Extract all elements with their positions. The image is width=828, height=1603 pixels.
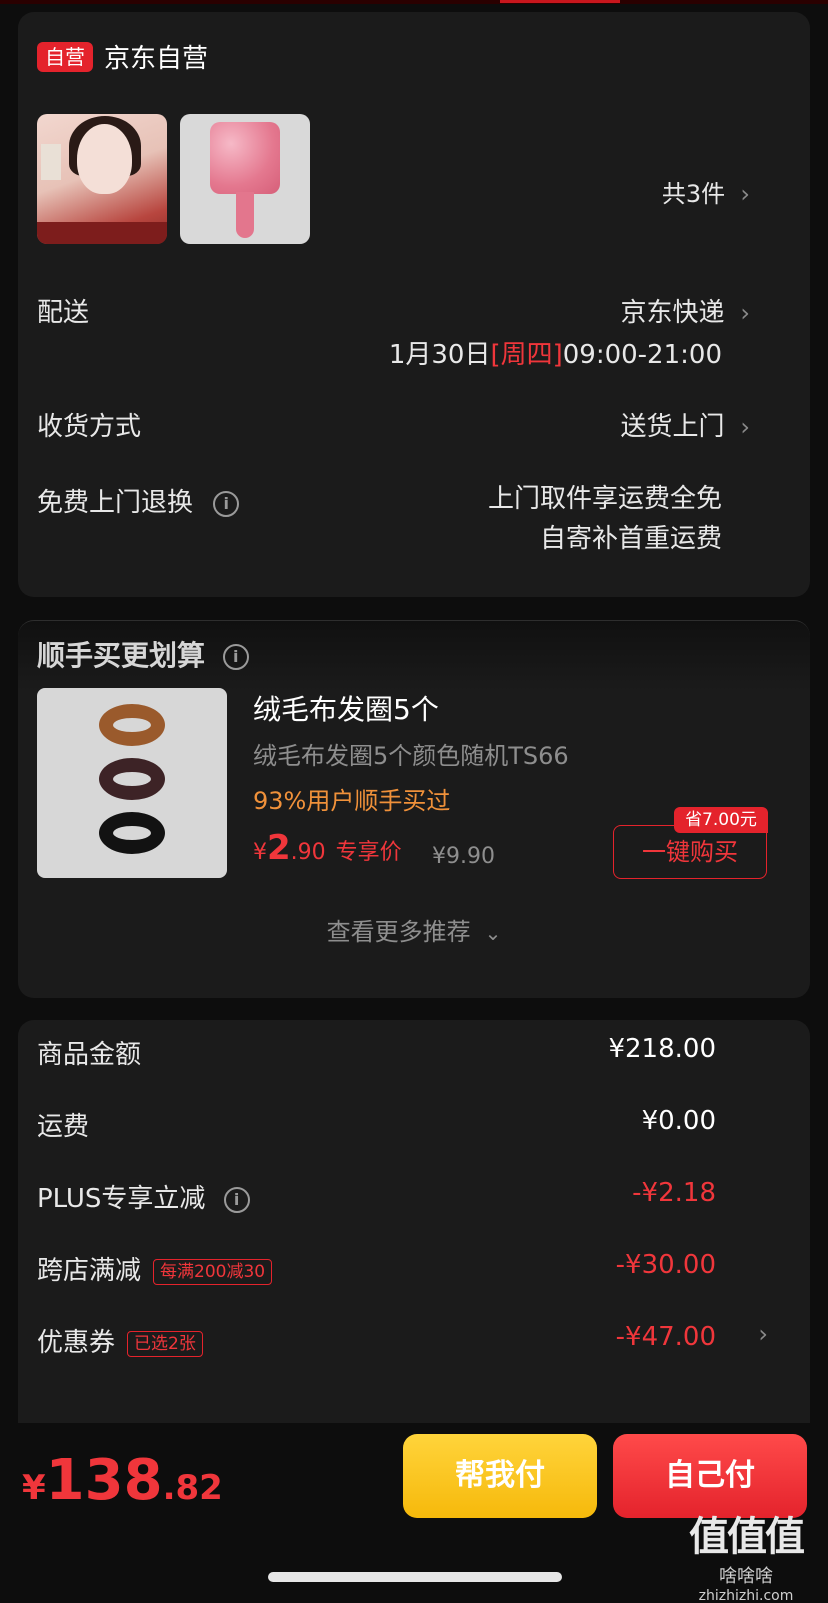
summary-plus-value: -¥2.18 [632,1178,716,1208]
receive-method-label: 收货方式 [37,412,142,442]
watermark-site: zhizhizhi.com [698,1588,794,1603]
summary-crossstore-row: 跨店满减 每满200减30 [37,1250,273,1287]
more-recommend-label: 查看更多推荐 [326,918,471,946]
self-operated-badge: 自营 [37,42,93,72]
delivery-label: 配送 [37,298,90,328]
watermark-name: 啥啥啥 [719,1566,773,1587]
recommend-product-image[interactable] [37,688,227,878]
delivery-date: 1月30日 [388,340,491,370]
product-thumbnail-mirror[interactable] [180,114,310,244]
summary-coupon-label: 优惠券 [37,1328,116,1358]
summary-coupon-row[interactable]: 优惠券 已选2张 [37,1322,203,1359]
coupon-selected-tag: 已选2张 [127,1330,203,1357]
crossstore-rule-tag: 每满200减30 [153,1258,273,1285]
currency-symbol: ¥ [253,840,267,865]
recommend-product-desc: 绒毛布发圈5个颜色随机TS66 [253,742,569,770]
summary-goods-label: 商品金额 [37,1040,142,1070]
chevron-right-icon: › [732,180,750,208]
info-icon[interactable]: i [213,490,240,517]
exclusive-price-label: 专享价 [335,840,402,865]
delivery-carrier-link[interactable]: 京东快递 › [620,292,750,329]
one-click-buy-button[interactable]: 一键购买 [613,825,767,879]
top-status-line [0,0,828,4]
summary-crossstore-value: -¥30.00 [615,1250,716,1280]
home-indicator[interactable] [268,1572,562,1582]
recommend-product-name[interactable]: 绒毛布发圈5个 [253,688,439,728]
chevron-right-icon: › [732,413,750,441]
watermark: 值值值 啥啥啥 zhizhizhi.com [676,1504,816,1603]
chevron-down-icon: ⌄ [478,921,502,945]
free-return-label: 免费上门退换 [37,488,194,518]
receive-method-link[interactable]: 送货上门 › [620,406,750,443]
price-decimal: .90 [290,840,326,865]
recommend-title-row: 顺手买更划算 i [37,634,249,674]
items-count-link[interactable]: 共3件 › [662,174,750,209]
price-summary-card [18,1020,810,1440]
product-thumbnail-cosmetics[interactable] [37,114,167,244]
watermark-logo: 值值值 [689,1514,805,1560]
receive-method-value: 送货上门 [620,412,725,442]
recommend-price: ¥2.90 专享价 [253,828,402,868]
summary-goods-value: ¥218.00 [608,1034,716,1064]
summary-shipping-label: 运费 [37,1112,90,1142]
summary-plus-label: PLUS专享立减 [37,1184,206,1214]
info-icon[interactable]: i [222,644,249,670]
free-return-line1: 上门取件享运费全免 [487,484,722,514]
items-count-label: 共3件 [661,180,726,208]
delivery-carrier: 京东快递 [620,298,725,328]
total-integer: 138 [45,1448,163,1513]
summary-plus-row: PLUS专享立减 i [37,1178,250,1215]
free-return-line2: 自寄补首重运费 [539,524,722,554]
more-recommend-link[interactable]: 查看更多推荐 ⌄ [0,912,828,947]
recommend-bought-rate: 93%用户顺手买过 [253,787,451,815]
chevron-right-icon[interactable]: › [758,1320,768,1348]
recommend-original-price: ¥9.90 [432,844,495,869]
total-price: ¥138.82 [22,1448,223,1513]
save-amount-tag: 省7.00元 [674,807,768,833]
summary-shipping-value: ¥0.00 [641,1106,716,1136]
delivery-time[interactable]: 1月30日[周四]09:00-21:00 [389,334,722,371]
free-return-row: 免费上门退换 i [37,482,240,519]
summary-crossstore-label: 跨店满减 [37,1256,142,1286]
shop-name: 京东自营 [104,44,209,74]
help-me-pay-button[interactable]: 帮我付 [403,1434,597,1518]
currency-symbol: ¥ [22,1468,46,1508]
recommend-title: 顺手买更划算 [37,639,206,672]
chevron-right-icon: › [732,299,750,327]
total-decimal: .82 [162,1468,223,1508]
price-integer: 2 [267,828,291,868]
delivery-weekday: [周四] [490,340,563,370]
summary-coupon-value[interactable]: -¥47.00 [616,1322,716,1352]
delivery-hours: 09:00-21:00 [562,340,722,370]
info-icon[interactable]: i [223,1186,250,1213]
